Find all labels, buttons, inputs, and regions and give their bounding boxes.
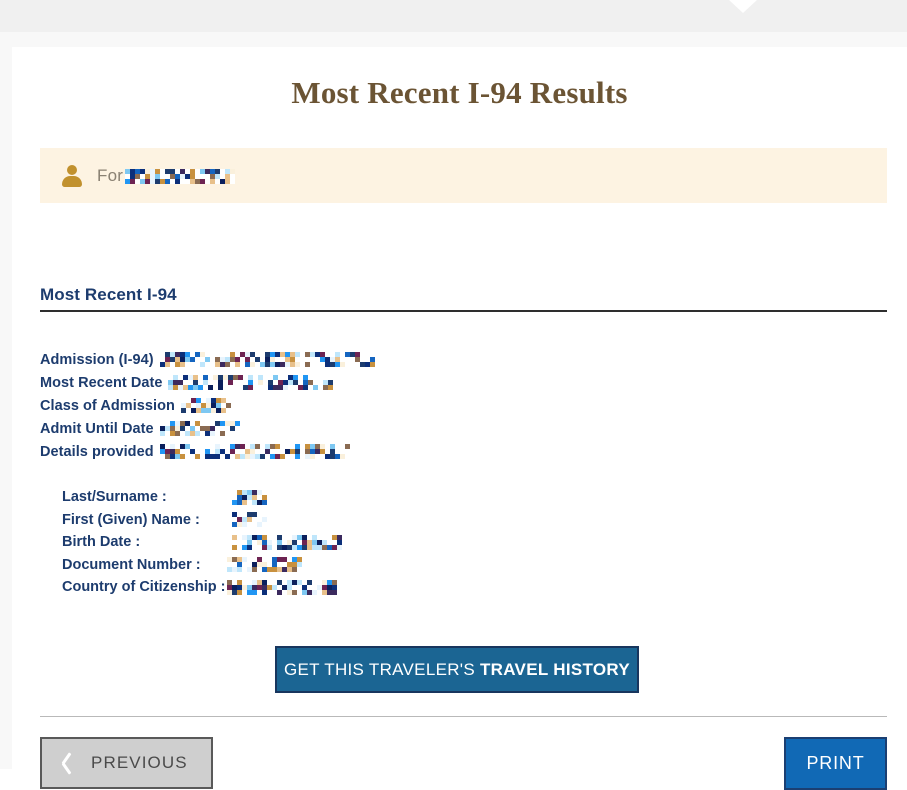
traveler-notice-bar: For (40, 148, 887, 203)
previous-button-label: PREVIOUS (91, 753, 188, 772)
field-row: Admission (I-94) (40, 348, 887, 371)
travel-history-prefix: GET THIS TRAVELER'S (284, 659, 475, 679)
detail-value-birth-date (227, 534, 342, 550)
browser-top-band (0, 0, 907, 32)
field-row: Class of Admission (40, 394, 887, 417)
browser-sub-band (0, 32, 907, 47)
list-item: Country of Citizenship : (62, 576, 862, 599)
field-value-details-provided (159, 444, 350, 459)
section-heading: Most Recent I-94 (40, 285, 177, 304)
field-label-admit-until-date: Admit Until Date (40, 420, 154, 437)
detail-value-country-of-citizenship (227, 579, 337, 595)
field-label-class-of-admission: Class of Admission (40, 397, 175, 414)
print-button-label: PRINT (806, 753, 865, 773)
notice-redacted-name (125, 168, 236, 184)
notice-for-label: For (97, 165, 124, 185)
list-item: Birth Date : (62, 531, 862, 554)
field-row: Details provided (40, 440, 887, 463)
chevron-left-icon (62, 752, 75, 774)
results-page: Most Recent I-94 Results For Most Recent… (12, 47, 907, 790)
person-icon (61, 164, 83, 188)
travel-history-strong: TRAVEL HISTORY (479, 659, 630, 679)
page-title: Most Recent I-94 Results (291, 75, 628, 110)
detail-value-first-name (227, 512, 267, 528)
page-left-rail (0, 47, 12, 769)
list-item: Last/Surname : (62, 486, 862, 509)
field-value-admit-until-date (159, 421, 240, 436)
traveler-detail-list: Last/Surname : First (Given) Name : Birt… (62, 486, 862, 599)
detail-label-birth-date: Birth Date : (62, 534, 141, 551)
get-travel-history-button[interactable]: GET THIS TRAVELER'S TRAVEL HISTORY (275, 646, 639, 693)
list-item: First (Given) Name : (62, 509, 862, 532)
detail-label-country-of-citizenship: Country of Citizenship : (62, 579, 226, 596)
detail-label-document-number: Document Number : (62, 556, 201, 573)
field-value-class-of-admission (180, 398, 231, 413)
field-value-admission (159, 352, 375, 367)
field-label-details-provided: Details provided (40, 443, 154, 460)
list-item: Document Number : (62, 554, 862, 577)
notice-text: For (97, 165, 236, 186)
field-label-most-recent-date: Most Recent Date (40, 374, 163, 391)
footer-divider (40, 716, 887, 717)
field-label-admission: Admission (I-94) (40, 351, 154, 368)
detail-value-last-surname (227, 489, 267, 505)
field-row: Admit Until Date (40, 417, 887, 440)
section-divider (40, 310, 887, 312)
detail-value-document-number (227, 557, 302, 573)
detail-label-first-name: First (Given) Name : (62, 511, 200, 528)
field-row: Most Recent Date (40, 371, 887, 394)
i94-field-list: Admission (I-94) Most Recent Date Class … (40, 348, 887, 463)
print-button[interactable]: PRINT (784, 737, 887, 790)
field-value-most-recent-date (168, 375, 334, 390)
previous-button[interactable]: PREVIOUS (40, 737, 213, 789)
popover-notch-icon (729, 0, 757, 13)
detail-label-last-surname: Last/Surname : (62, 489, 167, 506)
